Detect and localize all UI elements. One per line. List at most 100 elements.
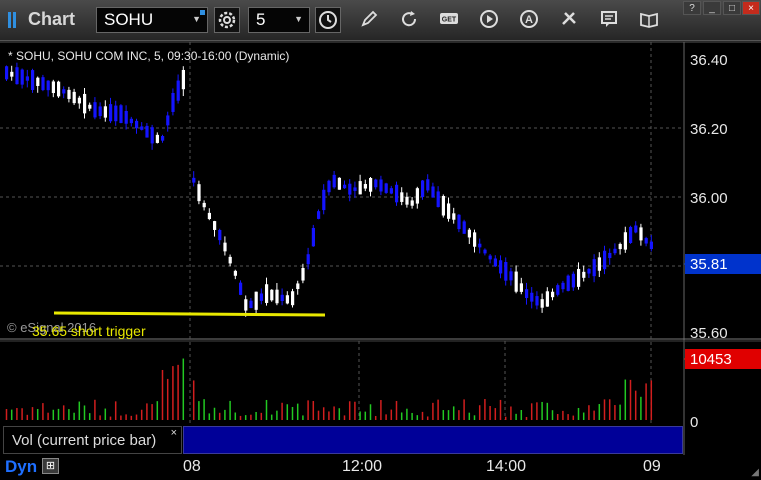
candle-body[interactable] bbox=[218, 230, 222, 241]
candle-body[interactable] bbox=[31, 70, 35, 91]
candle-body[interactable] bbox=[551, 291, 555, 298]
candle-body[interactable] bbox=[317, 211, 321, 219]
candle-body[interactable] bbox=[566, 275, 570, 291]
resize-grip-icon[interactable]: ◢ bbox=[751, 467, 759, 478]
candle-body[interactable] bbox=[363, 184, 367, 189]
candle-body[interactable] bbox=[639, 227, 643, 241]
candle-body[interactable] bbox=[556, 285, 560, 295]
candle-body[interactable] bbox=[249, 300, 253, 309]
candle-body[interactable] bbox=[285, 295, 289, 304]
candle-body[interactable] bbox=[421, 180, 425, 197]
candle-body[interactable] bbox=[213, 221, 217, 230]
candle-body[interactable] bbox=[395, 184, 399, 203]
candle-body[interactable] bbox=[337, 177, 341, 190]
candle-body[interactable] bbox=[530, 292, 534, 302]
candle-body[interactable] bbox=[400, 192, 404, 202]
candle-body[interactable] bbox=[493, 258, 497, 267]
candle-body[interactable] bbox=[613, 248, 617, 254]
candle-body[interactable] bbox=[618, 243, 622, 250]
candle-body[interactable] bbox=[228, 256, 232, 264]
candle-body[interactable] bbox=[150, 127, 154, 144]
candle-body[interactable] bbox=[504, 262, 508, 281]
price-chart[interactable]: * SOHU, SOHU COM INC, 5, 09:30-16:00 (Dy… bbox=[0, 0, 761, 455]
volume-bars[interactable] bbox=[5, 358, 653, 420]
candle-body[interactable] bbox=[348, 183, 352, 195]
candle-body[interactable] bbox=[577, 268, 581, 287]
candle-body[interactable] bbox=[405, 196, 409, 205]
candle-body[interactable] bbox=[124, 111, 128, 124]
candle-body[interactable] bbox=[239, 282, 243, 295]
candle-body[interactable] bbox=[519, 283, 523, 292]
candle-body[interactable] bbox=[265, 284, 269, 303]
candle-body[interactable] bbox=[322, 189, 326, 211]
candle-body[interactable] bbox=[649, 241, 653, 249]
candle-body[interactable] bbox=[431, 186, 435, 198]
candle-body[interactable] bbox=[233, 270, 237, 276]
candle-body[interactable] bbox=[119, 105, 123, 124]
candle-body[interactable] bbox=[462, 221, 466, 234]
candle-body[interactable] bbox=[327, 180, 331, 193]
candle-body[interactable] bbox=[88, 104, 92, 109]
candle-body[interactable] bbox=[62, 89, 66, 94]
candle-body[interactable] bbox=[181, 69, 185, 90]
candle-body[interactable] bbox=[582, 271, 586, 278]
candle-body[interactable] bbox=[296, 283, 300, 290]
candle-body[interactable] bbox=[415, 188, 419, 204]
candle-body[interactable] bbox=[171, 92, 175, 112]
candle-body[interactable] bbox=[457, 214, 461, 230]
candle-body[interactable] bbox=[83, 93, 87, 114]
candle-body[interactable] bbox=[161, 136, 165, 141]
candle-body[interactable] bbox=[197, 184, 201, 202]
candle-body[interactable] bbox=[332, 174, 336, 188]
candle-body[interactable] bbox=[608, 252, 612, 259]
candle-body[interactable] bbox=[145, 125, 149, 138]
candle-body[interactable] bbox=[36, 77, 40, 86]
candle-body[interactable] bbox=[629, 226, 633, 243]
candle-body[interactable] bbox=[447, 203, 451, 219]
candle-body[interactable] bbox=[509, 271, 513, 281]
candle-body[interactable] bbox=[301, 268, 305, 281]
candle-body[interactable] bbox=[280, 294, 284, 302]
candle-body[interactable] bbox=[389, 188, 393, 194]
candle-body[interactable] bbox=[379, 179, 383, 192]
candle-body[interactable] bbox=[597, 257, 601, 271]
candle-body[interactable] bbox=[644, 238, 648, 244]
candle-body[interactable] bbox=[275, 289, 279, 304]
candle-body[interactable] bbox=[176, 80, 180, 101]
candle-body[interactable] bbox=[441, 196, 445, 216]
candle-body[interactable] bbox=[5, 66, 9, 80]
candle-body[interactable] bbox=[25, 76, 29, 81]
study-legend[interactable]: Vol (current price bar) × bbox=[3, 426, 182, 454]
candle-body[interactable] bbox=[140, 126, 144, 130]
candle-body[interactable] bbox=[545, 291, 549, 307]
candle-body[interactable] bbox=[343, 184, 347, 189]
candle-body[interactable] bbox=[72, 91, 76, 104]
candle-body[interactable] bbox=[207, 212, 211, 220]
candle-body[interactable] bbox=[103, 106, 107, 118]
candle-body[interactable] bbox=[603, 250, 607, 270]
candle-body[interactable] bbox=[410, 200, 414, 206]
candle-body[interactable] bbox=[384, 183, 388, 193]
candle-body[interactable] bbox=[353, 187, 357, 191]
candle-body[interactable] bbox=[202, 202, 206, 208]
candle-body[interactable] bbox=[488, 255, 492, 260]
candle-body[interactable] bbox=[499, 260, 503, 274]
candle-body[interactable] bbox=[135, 120, 139, 129]
study-close-icon[interactable]: × bbox=[171, 427, 177, 439]
candle-body[interactable] bbox=[426, 179, 430, 191]
candle-body[interactable] bbox=[244, 299, 248, 311]
trigger-line[interactable] bbox=[53, 311, 326, 317]
candle-body[interactable] bbox=[571, 273, 575, 288]
candle-body[interactable] bbox=[623, 232, 627, 250]
candle-body[interactable] bbox=[374, 179, 378, 188]
candle-body[interactable] bbox=[259, 293, 263, 301]
candle-body[interactable] bbox=[634, 225, 638, 233]
candle-body[interactable] bbox=[473, 232, 477, 247]
candle-body[interactable] bbox=[483, 249, 487, 254]
candle-body[interactable] bbox=[223, 242, 227, 252]
candle-body[interactable] bbox=[478, 243, 482, 248]
candle-body[interactable] bbox=[41, 77, 45, 91]
candle-body[interactable] bbox=[15, 67, 19, 85]
candle-body[interactable] bbox=[514, 271, 518, 292]
candle-body[interactable] bbox=[10, 71, 14, 77]
